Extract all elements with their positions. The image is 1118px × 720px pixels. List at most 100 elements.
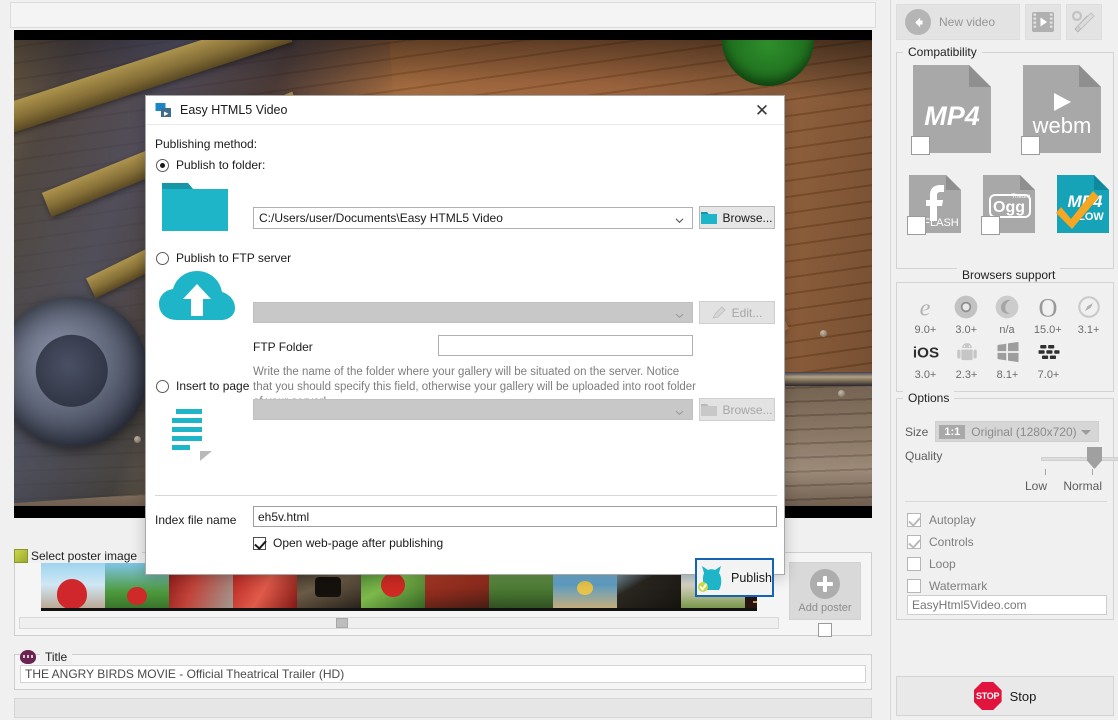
top-strip: [10, 2, 876, 28]
ftp-folder-label: FTP Folder: [253, 340, 313, 354]
ftp-folder-input[interactable]: [438, 335, 693, 356]
tools-icon: [1071, 10, 1097, 34]
windows-icon: [992, 336, 1024, 368]
insert-page-combo[interactable]: [253, 399, 693, 420]
chevron-down-icon: [675, 216, 684, 225]
ios-icon: iOS: [910, 336, 942, 368]
mp4-low-file-icon: MP4 LOW: [1055, 173, 1111, 235]
open-after-publish-option[interactable]: Open web-page after publishing: [253, 536, 443, 550]
compatibility-section: MP4 webm: [896, 52, 1114, 269]
controls-checkbox[interactable]: [907, 535, 921, 549]
publishing-method-label: Publishing method:: [155, 137, 257, 151]
radio-insert-indicator[interactable]: [156, 380, 169, 393]
edit-ftp-label: Edit...: [732, 306, 763, 320]
firefox-version: n/a: [999, 324, 1014, 336]
blackberry-version: 7.0+: [1038, 369, 1060, 381]
watermark-label: Watermark: [929, 579, 987, 593]
cloud-upload-icon: [159, 268, 235, 324]
insert-to-page-radio[interactable]: Insert to page: [156, 379, 249, 393]
browsers-legend: Browsers support: [957, 268, 1060, 282]
watermark-option[interactable]: Watermark: [907, 575, 987, 597]
tools-settings-button[interactable]: [1066, 4, 1102, 40]
edit-ftp-button[interactable]: Edit...: [699, 301, 775, 324]
open-after-publish-label: Open web-page after publishing: [273, 536, 443, 550]
browse-page-button[interactable]: Browse...: [699, 398, 775, 421]
mp4-low-format-item[interactable]: MP4 LOW: [1055, 173, 1111, 235]
sidebar-toolbar: New video: [896, 4, 1102, 40]
chrome-version: 3.0+: [955, 324, 977, 336]
stop-button[interactable]: STOP Stop: [896, 676, 1114, 716]
size-select[interactable]: 1:1 Original (1280x720): [935, 421, 1099, 442]
add-poster-label: Add poster: [798, 602, 851, 614]
safari-icon: [1073, 291, 1105, 323]
svg-text:FLASH: FLASH: [923, 217, 959, 229]
preview-video-button[interactable]: [1025, 4, 1061, 40]
browse-folder-label: Browse...: [722, 211, 772, 225]
cat-check-icon: [697, 563, 728, 593]
open-after-publish-checkbox[interactable]: [253, 537, 266, 550]
page-lines-icon: [170, 407, 220, 461]
ogg-format-item[interactable]: Ogg Theora: [981, 173, 1037, 235]
status-bar: [14, 698, 872, 718]
right-sidebar: New video: [890, 0, 1118, 720]
dialog-divider: [155, 495, 777, 496]
mp4-format-item[interactable]: MP4: [911, 63, 993, 155]
add-poster-button[interactable]: Add poster: [789, 562, 861, 620]
browser-row-desktop: e 9.0+ 3.0+ n/a: [905, 291, 1109, 336]
controls-option[interactable]: Controls: [907, 531, 987, 553]
browser-opera: O 15.0+: [1027, 291, 1068, 336]
dialog-titlebar[interactable]: Easy HTML5 Video ✕: [146, 96, 784, 125]
quality-slider-track[interactable]: [1041, 457, 1118, 461]
publish-label: Publish: [731, 571, 772, 585]
browser-ie: e 9.0+: [905, 291, 946, 336]
ie-version: 9.0+: [915, 324, 937, 336]
ftp-server-combo[interactable]: [253, 302, 693, 323]
autoplay-label: Autoplay: [929, 513, 976, 527]
insert-to-page-label: Insert to page: [176, 379, 249, 393]
flash-format-item[interactable]: FLASH: [907, 173, 963, 235]
loop-label: Loop: [929, 557, 956, 571]
folder-icon: [701, 211, 717, 224]
watermark-input[interactable]: EasyHtml5Video.com: [907, 595, 1107, 615]
svg-text:O: O: [1038, 293, 1057, 322]
poster-thumbnail[interactable]: [41, 563, 105, 611]
browser-grid: e 9.0+ 3.0+ n/a: [905, 291, 1109, 381]
index-file-input[interactable]: eh5v.html: [253, 506, 777, 527]
browse-folder-button[interactable]: Browse...: [699, 206, 775, 229]
publish-to-ftp-radio[interactable]: Publish to FTP server: [156, 251, 291, 265]
new-video-button[interactable]: New video: [896, 4, 1020, 40]
opera-icon: O: [1032, 291, 1064, 323]
mp4-checkbox[interactable]: [911, 136, 930, 155]
quality-low-label: Low: [1025, 479, 1047, 493]
chevron-down-icon: [675, 311, 684, 320]
loop-option[interactable]: Loop: [907, 553, 987, 575]
publish-button[interactable]: Publish: [695, 558, 774, 597]
svg-text:e: e: [920, 294, 931, 321]
flash-checkbox[interactable]: [907, 216, 926, 235]
opera-version: 15.0+: [1034, 324, 1062, 336]
add-poster-checkbox[interactable]: [818, 623, 832, 637]
poster-scrollbar-thumb[interactable]: [336, 618, 348, 628]
options-legend: Options: [903, 391, 954, 405]
film-play-icon: [1031, 11, 1055, 33]
webm-format-item[interactable]: webm: [1021, 63, 1103, 155]
close-icon[interactable]: ✕: [740, 96, 784, 125]
format-row-secondary: FLASH Ogg Theora: [907, 173, 1111, 235]
quality-slider-thumb[interactable]: [1087, 447, 1102, 469]
loop-checkbox[interactable]: [907, 557, 921, 571]
webm-checkbox[interactable]: [1021, 136, 1040, 155]
autoplay-option[interactable]: Autoplay: [907, 509, 987, 531]
radio-folder-indicator[interactable]: [156, 159, 169, 172]
ogg-checkbox[interactable]: [981, 216, 1000, 235]
publish-to-folder-radio[interactable]: Publish to folder:: [156, 158, 265, 172]
poster-scrollbar[interactable]: [19, 617, 779, 629]
watermark-checkbox[interactable]: [907, 579, 921, 593]
title-section-legend: Title: [40, 650, 72, 664]
radio-ftp-indicator[interactable]: [156, 252, 169, 265]
folder-path-combo[interactable]: C:/Users/user/Documents\Easy HTML5 Video: [253, 207, 693, 229]
title-input[interactable]: THE ANGRY BIRDS MOVIE - Official Theatri…: [20, 665, 866, 683]
firefox-icon: [991, 291, 1023, 323]
svg-text:iOS: iOS: [912, 345, 938, 362]
autoplay-checkbox[interactable]: [907, 513, 921, 527]
chevron-down-icon: [675, 408, 684, 417]
